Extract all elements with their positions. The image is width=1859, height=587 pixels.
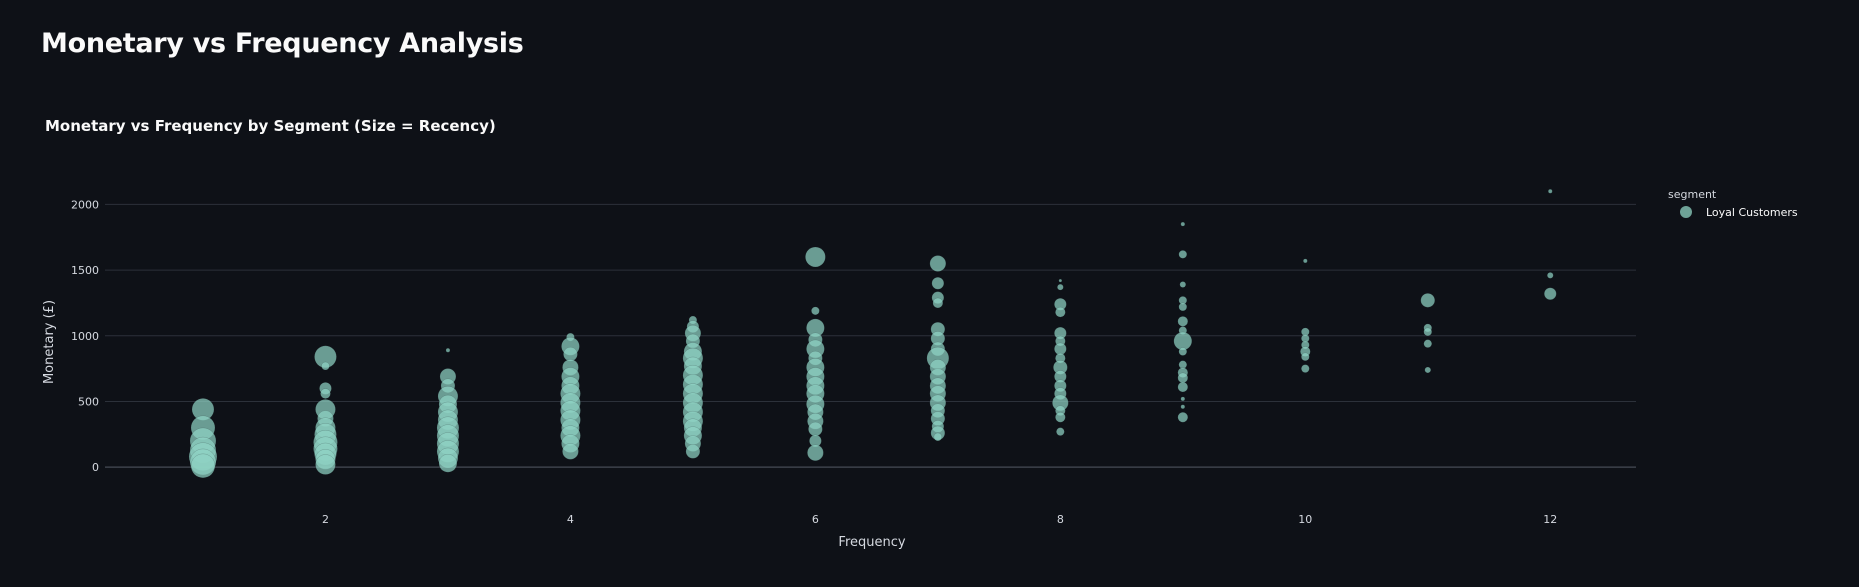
data-point[interactable] [1180,396,1186,402]
data-point[interactable] [1058,278,1063,283]
data-point[interactable] [807,444,824,461]
legend-marker [1680,206,1692,218]
x-axis-label: Frequency [838,535,905,550]
data-point[interactable] [1548,189,1553,194]
data-point[interactable] [1177,316,1189,327]
data-point[interactable] [1177,381,1189,393]
data-point[interactable] [190,453,216,479]
data-point[interactable] [1055,306,1066,318]
data-point[interactable] [685,444,701,459]
x-tick-label: 8 [1057,513,1064,526]
legend-title: segment [1668,188,1717,201]
data-point[interactable] [1180,221,1186,227]
data-point[interactable] [1178,347,1188,356]
legend-item-loyal-customers[interactable]: Loyal Customers [1706,206,1798,219]
data-point[interactable] [808,421,823,437]
data-point[interactable] [1420,293,1436,308]
legend[interactable]: segment Loyal Customers [1668,188,1798,219]
data-point[interactable] [805,246,826,268]
data-point[interactable] [1301,352,1310,362]
data-point[interactable] [933,432,943,442]
y-tick-label: 500 [78,395,99,408]
data-point[interactable] [1178,250,1188,259]
data-points[interactable] [188,189,1557,479]
y-tick-label: 0 [92,461,99,474]
data-point[interactable] [1301,364,1310,373]
x-tick-label: 6 [812,513,819,526]
scatter-chart[interactable]: 2 4 6 8 10 12 0 500 1000 1500 2000 Frequency Mone… [0,0,1859,587]
data-point[interactable] [562,443,579,460]
data-point[interactable] [320,388,331,399]
data-point[interactable] [1056,427,1065,436]
y-axis-label: Monetary (£) [42,300,57,384]
x-tick-label: 12 [1543,513,1557,526]
data-point[interactable] [1423,339,1433,348]
data-point[interactable] [1544,287,1557,300]
y-tick-label: 1000 [71,330,99,343]
data-point[interactable] [1180,404,1186,409]
y-tick-label: 2000 [71,198,99,211]
data-point[interactable] [1178,302,1188,312]
data-point[interactable] [1177,372,1189,384]
x-tick-label: 2 [322,513,329,526]
data-point[interactable] [1179,281,1187,288]
x-tick-label: 10 [1298,513,1312,526]
x-tick-label: 4 [567,513,574,526]
data-point[interactable] [1057,283,1064,291]
data-point[interactable] [931,276,945,290]
data-point[interactable] [438,453,458,473]
x-axis-ticks: 2 4 6 8 10 12 [322,513,1557,526]
data-point[interactable] [1177,411,1189,423]
data-point[interactable] [1424,366,1432,374]
data-point[interactable] [315,454,336,475]
data-point[interactable] [811,306,820,316]
data-point[interactable] [321,361,330,371]
y-tick-label: 1500 [71,264,99,277]
data-point[interactable] [932,297,944,309]
data-point[interactable] [1423,327,1433,337]
data-point[interactable] [929,255,947,272]
data-point[interactable] [1303,258,1308,264]
data-point[interactable] [1055,411,1066,423]
data-point[interactable] [445,347,451,353]
data-point[interactable] [1547,272,1554,279]
y-axis-ticks: 0 500 1000 1500 2000 [71,198,99,474]
